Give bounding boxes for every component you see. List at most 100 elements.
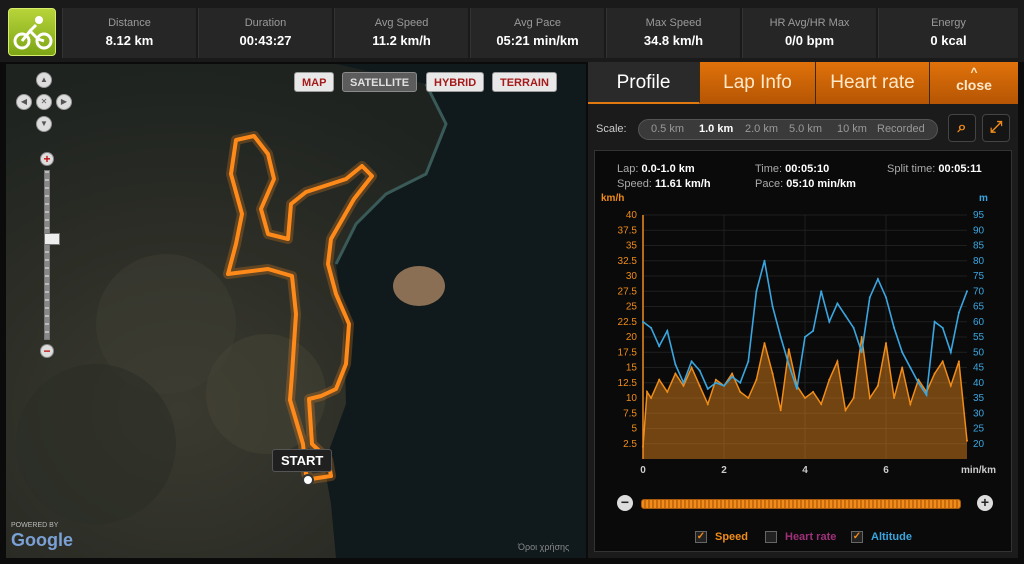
cycling-icon[interactable]: [8, 8, 56, 56]
left-tick-label: 20: [626, 332, 638, 343]
scale-option-10km[interactable]: 10 km: [837, 123, 867, 135]
pan-up-button[interactable]: ▲: [36, 72, 52, 88]
left-tick-label: 37.5: [618, 225, 638, 236]
heart-rate-checkbox[interactable]: [765, 531, 777, 544]
pan-reset-button[interactable]: ✕: [36, 94, 52, 110]
speed-point: [933, 372, 936, 375]
pan-left-button[interactable]: ◀: [16, 94, 32, 110]
altitude-point: [836, 302, 839, 305]
speed-point: [642, 445, 644, 448]
left-tick-label: 25: [626, 302, 638, 313]
zoom-out-button[interactable]: −: [40, 344, 54, 358]
pan-down-button[interactable]: ▼: [36, 116, 52, 132]
stat-value: 8.12 km: [105, 33, 154, 48]
altitude-point: [650, 326, 653, 329]
speed-point: [820, 403, 823, 406]
zoom-in-button[interactable]: +: [40, 152, 54, 166]
scale-option-recorded[interactable]: Recorded: [877, 123, 925, 135]
x-tick-label: 2: [721, 465, 727, 476]
stat-avg-pace: Avg Pace 05:21 min/km: [470, 8, 604, 58]
stat-label: Avg Pace: [514, 17, 561, 29]
scale-option-2km[interactable]: 2.0 km: [745, 123, 778, 135]
left-tick-label: 40: [626, 210, 638, 221]
left-tick-label: 27.5: [618, 286, 638, 297]
speed-point: [909, 403, 912, 406]
right-tick-label: 50: [973, 347, 985, 358]
range-slider[interactable]: [641, 499, 961, 509]
range-plus-button[interactable]: +: [977, 495, 993, 511]
speed-point: [731, 372, 734, 375]
altitude-checkbox[interactable]: ✓: [851, 531, 863, 544]
tab-heart-rate[interactable]: Heart rate: [816, 62, 930, 104]
stat-energy: Energy 0 kcal: [878, 8, 1018, 58]
stat-heart-rate: HR Avg/HR Max 0/0 bpm: [742, 8, 876, 58]
scale-option-5km[interactable]: 5.0 km: [789, 123, 822, 135]
left-tick-label: 10: [626, 393, 638, 404]
right-tick-label: 25: [973, 424, 985, 435]
legend-speed[interactable]: ✓ Speed: [695, 531, 748, 544]
terms-link[interactable]: Όροι χρήσης: [518, 542, 569, 552]
speed-point: [706, 403, 709, 406]
zoom-slider-handle[interactable]: [44, 233, 60, 245]
start-marker[interactable]: [302, 474, 314, 486]
speed-point: [714, 378, 717, 381]
legend-heart-rate[interactable]: Heart rate: [765, 531, 837, 544]
altitude-point: [771, 305, 774, 308]
stat-value: 0 kcal: [930, 33, 967, 48]
altitude-point: [828, 320, 831, 323]
altitude-point: [868, 296, 871, 299]
map-type-satellite-button[interactable]: SATELLITE: [342, 72, 418, 92]
profile-chart[interactable]: Lap: 0.0-1.0 km Speed: 11.61 km/h Time: …: [594, 150, 1012, 552]
right-axis-label: m: [979, 193, 988, 204]
right-tick-label: 80: [973, 256, 985, 267]
powered-by-text: POWERED BY: [11, 522, 59, 529]
speed-checkbox[interactable]: ✓: [695, 531, 707, 544]
pan-right-button[interactable]: ▶: [56, 94, 72, 110]
speed-point: [755, 378, 758, 381]
x-tick-label: 6: [883, 465, 889, 476]
speed-point: [844, 409, 847, 412]
stat-value: 00:43:27: [239, 33, 292, 48]
speed-point: [666, 390, 669, 393]
speed-point: [966, 439, 968, 442]
tab-profile[interactable]: Profile: [588, 62, 700, 104]
scale-option-1km[interactable]: 1.0 km: [699, 123, 733, 135]
speed-point: [885, 342, 887, 345]
right-tick-label: 35: [973, 393, 985, 404]
close-button[interactable]: ^ close: [930, 62, 1018, 104]
google-logo[interactable]: Google: [11, 530, 73, 551]
altitude-point: [714, 381, 717, 384]
altitude-point: [779, 336, 782, 338]
stat-duration: Duration 00:43:27: [198, 8, 332, 58]
legend-heart-rate-label: Heart rate: [785, 531, 837, 543]
map-view[interactable]: ▲ ◀ ✕ ▶ ▼ + − MAP SATELLITE HYBRID TERRA…: [6, 64, 586, 558]
left-tick-label: 5: [631, 424, 637, 435]
altitude-point: [812, 329, 815, 332]
zoom-search-icon[interactable]: ⌕: [948, 114, 976, 142]
satellite-terrain: [16, 64, 586, 558]
left-tick-label: 30: [626, 271, 638, 282]
map-type-hybrid-button[interactable]: HYBRID: [426, 72, 485, 92]
fullscreen-icon[interactable]: ⤢: [982, 114, 1010, 142]
left-tick-label: 15: [626, 363, 638, 374]
right-tick-label: 60: [973, 317, 985, 328]
zoom-slider[interactable]: [44, 170, 60, 340]
altitude-point: [957, 311, 960, 314]
altitude-point: [917, 381, 920, 384]
close-label: close: [956, 77, 992, 93]
stat-label: HR Avg/HR Max: [769, 17, 850, 29]
altitude-point: [658, 345, 661, 348]
left-axis-label: km/h: [601, 193, 624, 204]
map-type-terrain-button[interactable]: TERRAIN: [492, 72, 557, 92]
range-minus-button[interactable]: −: [617, 495, 633, 511]
altitude-point: [925, 393, 928, 396]
right-tick-label: 20: [973, 439, 985, 450]
scale-option-0-5km[interactable]: 0.5 km: [651, 123, 684, 135]
tab-lap-info[interactable]: Lap Info: [700, 62, 816, 104]
legend-altitude[interactable]: ✓ Altitude: [851, 531, 912, 544]
x-tick-label: 4: [802, 465, 808, 476]
map-type-map-button[interactable]: MAP: [294, 72, 335, 92]
x-tick-label: 0: [640, 465, 646, 476]
speed-point: [893, 397, 896, 399]
speed-point: [836, 360, 839, 363]
